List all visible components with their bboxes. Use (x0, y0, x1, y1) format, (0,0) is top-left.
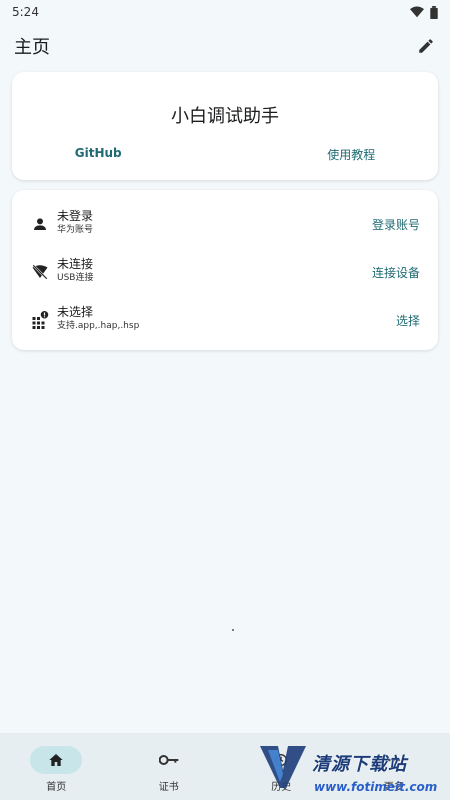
account-type: 华为账号 (57, 225, 94, 235)
nav-home-label: 首页 (46, 782, 67, 793)
nav-more-label: 更多 (383, 782, 404, 793)
status-card: 未登录 华为账号 登录账号 未连接 USB连接 连接设备 未选择 支持.app,… (12, 190, 438, 350)
nav-home[interactable]: 首页 (0, 734, 113, 800)
nav-certificate-indicator (143, 746, 195, 774)
nav-certificate[interactable]: 证书 (113, 734, 226, 800)
history-icon (275, 754, 288, 766)
key-icon (158, 755, 179, 765)
apps-alert-icon (30, 310, 50, 330)
tutorial-link[interactable]: 使用教程 (321, 144, 381, 165)
device-row: 未连接 USB连接 连接设备 (12, 252, 438, 292)
more-icon (387, 758, 400, 762)
signal-off-icon (30, 262, 50, 282)
hero-links: GitHub 使用教程 (12, 144, 438, 165)
nav-history-indicator (255, 746, 307, 774)
login-account-button[interactable]: 登录账号 (372, 216, 420, 233)
package-row: 未选择 支持.app,.hap,.hsp 选择 (12, 300, 438, 340)
page-title: 主页 (14, 37, 50, 58)
github-link[interactable]: GitHub (69, 144, 128, 165)
person-icon (30, 214, 50, 234)
account-status: 未登录 (57, 209, 94, 223)
dot-marker (232, 629, 234, 631)
connect-device-button[interactable]: 连接设备 (372, 264, 420, 281)
bottom-navigation: 首页 证书 历史 更多 (0, 734, 450, 800)
pencil-icon (419, 39, 433, 53)
app-info-card: 小白调试助手 GitHub 使用教程 (12, 72, 438, 180)
status-bar: 5:24 (0, 0, 450, 24)
edit-button[interactable] (414, 34, 438, 58)
package-status: 未选择 (57, 305, 94, 319)
nav-history[interactable]: 历史 (225, 734, 338, 800)
nav-history-label: 历史 (271, 782, 292, 793)
nav-more-indicator (368, 746, 420, 774)
device-status: 未连接 (57, 257, 94, 271)
app-bar: 主页 (0, 28, 450, 64)
status-icons (410, 5, 438, 19)
nav-home-indicator (30, 746, 83, 774)
select-package-button[interactable]: 选择 (396, 312, 420, 329)
app-name: 小白调试助手 (171, 106, 279, 127)
account-row: 未登录 华为账号 登录账号 (12, 204, 438, 244)
battery-icon (430, 5, 438, 19)
connection-type: USB连接 (57, 273, 94, 283)
wifi-icon (410, 6, 424, 18)
nav-certificate-label: 证书 (158, 782, 179, 793)
status-time: 5:24 (12, 5, 39, 19)
home-icon (49, 754, 63, 766)
nav-more[interactable]: 更多 (338, 734, 450, 800)
supported-formats: 支持.app,.hap,.hsp (57, 321, 140, 331)
